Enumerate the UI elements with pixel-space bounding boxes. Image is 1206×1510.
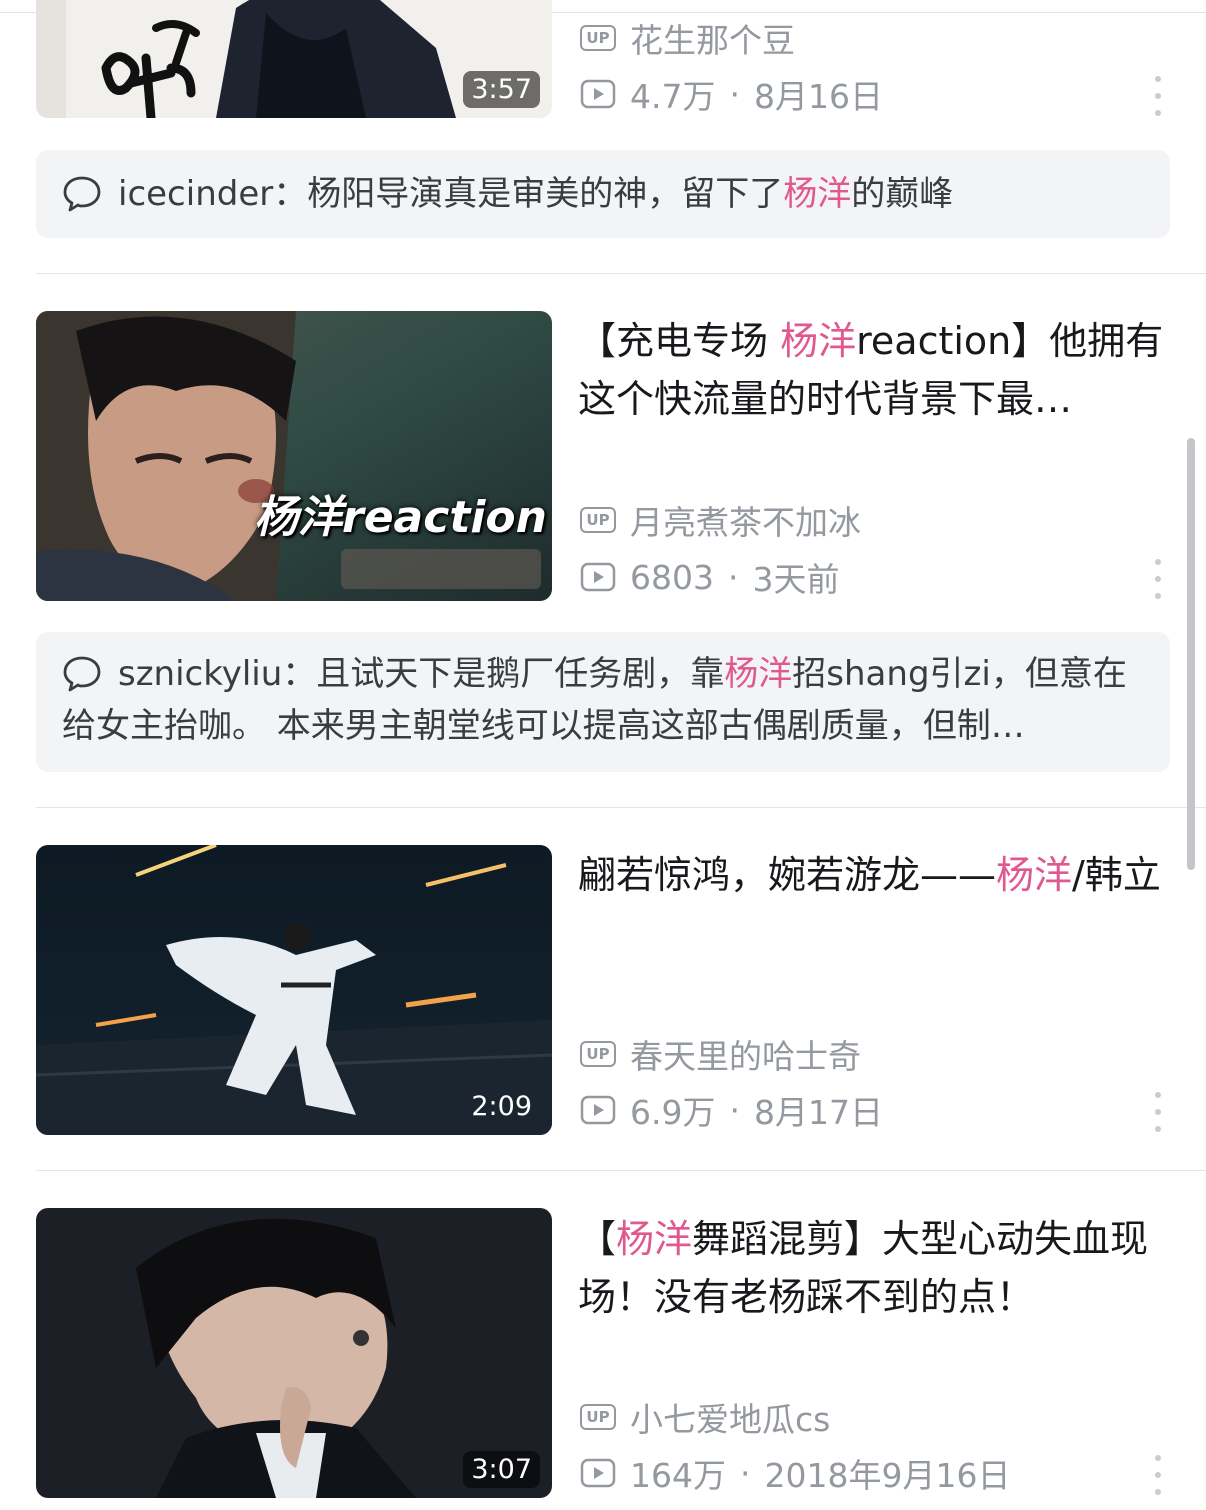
view-count: 4.7万 — [630, 77, 716, 116]
uploader-name: 月亮煮茶不加冰 — [630, 503, 861, 542]
separator: · — [740, 1453, 751, 1493]
view-count: 6803 — [630, 557, 714, 597]
upload-date: 8月17日 — [753, 1093, 883, 1132]
comment-highlight: 杨洋 — [724, 654, 793, 694]
title-highlight: 杨洋 — [996, 853, 1073, 897]
more-options-icon[interactable] — [1146, 1455, 1170, 1495]
stats-row: 4.7万 · 8月16日 — [580, 74, 883, 116]
upload-date: 3天前 — [752, 560, 840, 599]
divider — [36, 1170, 1206, 1171]
comment-colon: ： — [282, 654, 317, 694]
video-title[interactable]: 【杨洋舞蹈混剪】大型心动失血现场！没有老杨踩不到的点！ — [578, 1210, 1178, 1326]
comment-bubble-icon — [63, 176, 101, 212]
up-badge-icon: UP — [580, 507, 616, 533]
stats-row: 6.9万 · 8月17日 — [580, 1090, 883, 1132]
title-text: 【 — [578, 1217, 617, 1261]
comment-highlight: 杨洋 — [783, 174, 852, 214]
title-text-end: /韩立 — [1072, 853, 1161, 897]
view-count: 164万 — [630, 1456, 726, 1495]
up-badge-icon: UP — [580, 25, 616, 51]
more-options-icon[interactable] — [1146, 76, 1170, 116]
comment-text-end: 的巅峰 — [851, 174, 954, 214]
video-title[interactable]: 翩若惊鸿，婉若游龙——杨洋/韩立 — [578, 846, 1178, 904]
stats-row: 6803 · 3天前 — [580, 557, 839, 599]
up-badge-icon: UP — [580, 1041, 616, 1067]
play-count-icon — [580, 562, 616, 592]
uploader-name: 春天里的哈士奇 — [630, 1037, 861, 1076]
separator: · — [729, 1090, 740, 1130]
upload-date: 8月16日 — [753, 77, 883, 116]
uploader-row[interactable]: UP 花生那个豆 — [580, 18, 795, 60]
divider — [36, 807, 1206, 808]
comment-box[interactable]: icecinder：杨阳导演真是审美的神，留下了杨洋的巅峰 — [36, 150, 1170, 238]
comment-user: sznickyliu — [118, 654, 283, 694]
up-badge-icon: UP — [580, 1404, 616, 1430]
video-duration: 3:07 — [463, 1451, 540, 1488]
comment-bubble-icon — [63, 656, 101, 692]
video-thumbnail[interactable]: 3:57 — [36, 0, 552, 118]
title-highlight: 杨洋 — [780, 319, 857, 363]
uploader-row[interactable]: UP 小七爱地瓜cs — [580, 1397, 830, 1439]
view-count: 6.9万 — [630, 1093, 716, 1132]
more-options-icon[interactable] — [1146, 1092, 1170, 1132]
play-count-icon — [580, 1095, 616, 1125]
thumbnail-caption: 杨洋reaction — [254, 492, 547, 543]
uploader-name: 花生那个豆 — [630, 21, 795, 60]
comment-colon: ： — [273, 174, 308, 214]
video-thumbnail[interactable]: 2:09 — [36, 845, 552, 1135]
title-text: 【充电专场 — [578, 319, 781, 363]
comment-text: 且试天下是鹅厂任务剧，靠 — [316, 654, 725, 694]
comment-user: icecinder — [118, 174, 274, 214]
comment-text: 杨阳导演真是审美的神，留下了 — [307, 174, 784, 214]
separator: · — [729, 74, 740, 114]
title-text: 翩若惊鸿，婉若游龙—— — [578, 853, 997, 897]
divider — [36, 273, 1206, 274]
upload-date: 2018年9月16日 — [764, 1456, 1011, 1495]
play-count-icon — [580, 1458, 616, 1488]
video-duration: 2:09 — [471, 1091, 532, 1122]
more-options-icon[interactable] — [1146, 559, 1170, 599]
uploader-row[interactable]: UP 月亮煮茶不加冰 — [580, 500, 861, 542]
play-count-icon — [580, 79, 616, 109]
title-highlight: 杨洋 — [616, 1217, 693, 1261]
video-duration: 3:57 — [463, 71, 540, 108]
stats-row: 164万 · 2018年9月16日 — [580, 1453, 1010, 1495]
uploader-name: 小七爱地瓜cs — [630, 1400, 831, 1439]
video-thumbnail[interactable]: 杨洋reaction — [36, 311, 552, 601]
video-title[interactable]: 【充电专场 杨洋reaction】他拥有这个快流量的时代背景下最… — [578, 312, 1178, 428]
separator: · — [727, 557, 739, 597]
comment-box[interactable]: sznickyliu：且试天下是鹅厂任务剧，靠杨洋招shang引zi，但意在给女… — [36, 632, 1170, 772]
uploader-row[interactable]: UP 春天里的哈士奇 — [580, 1034, 861, 1076]
scrollbar[interactable] — [1187, 438, 1195, 870]
video-thumbnail[interactable]: 3:07 — [36, 1208, 552, 1498]
